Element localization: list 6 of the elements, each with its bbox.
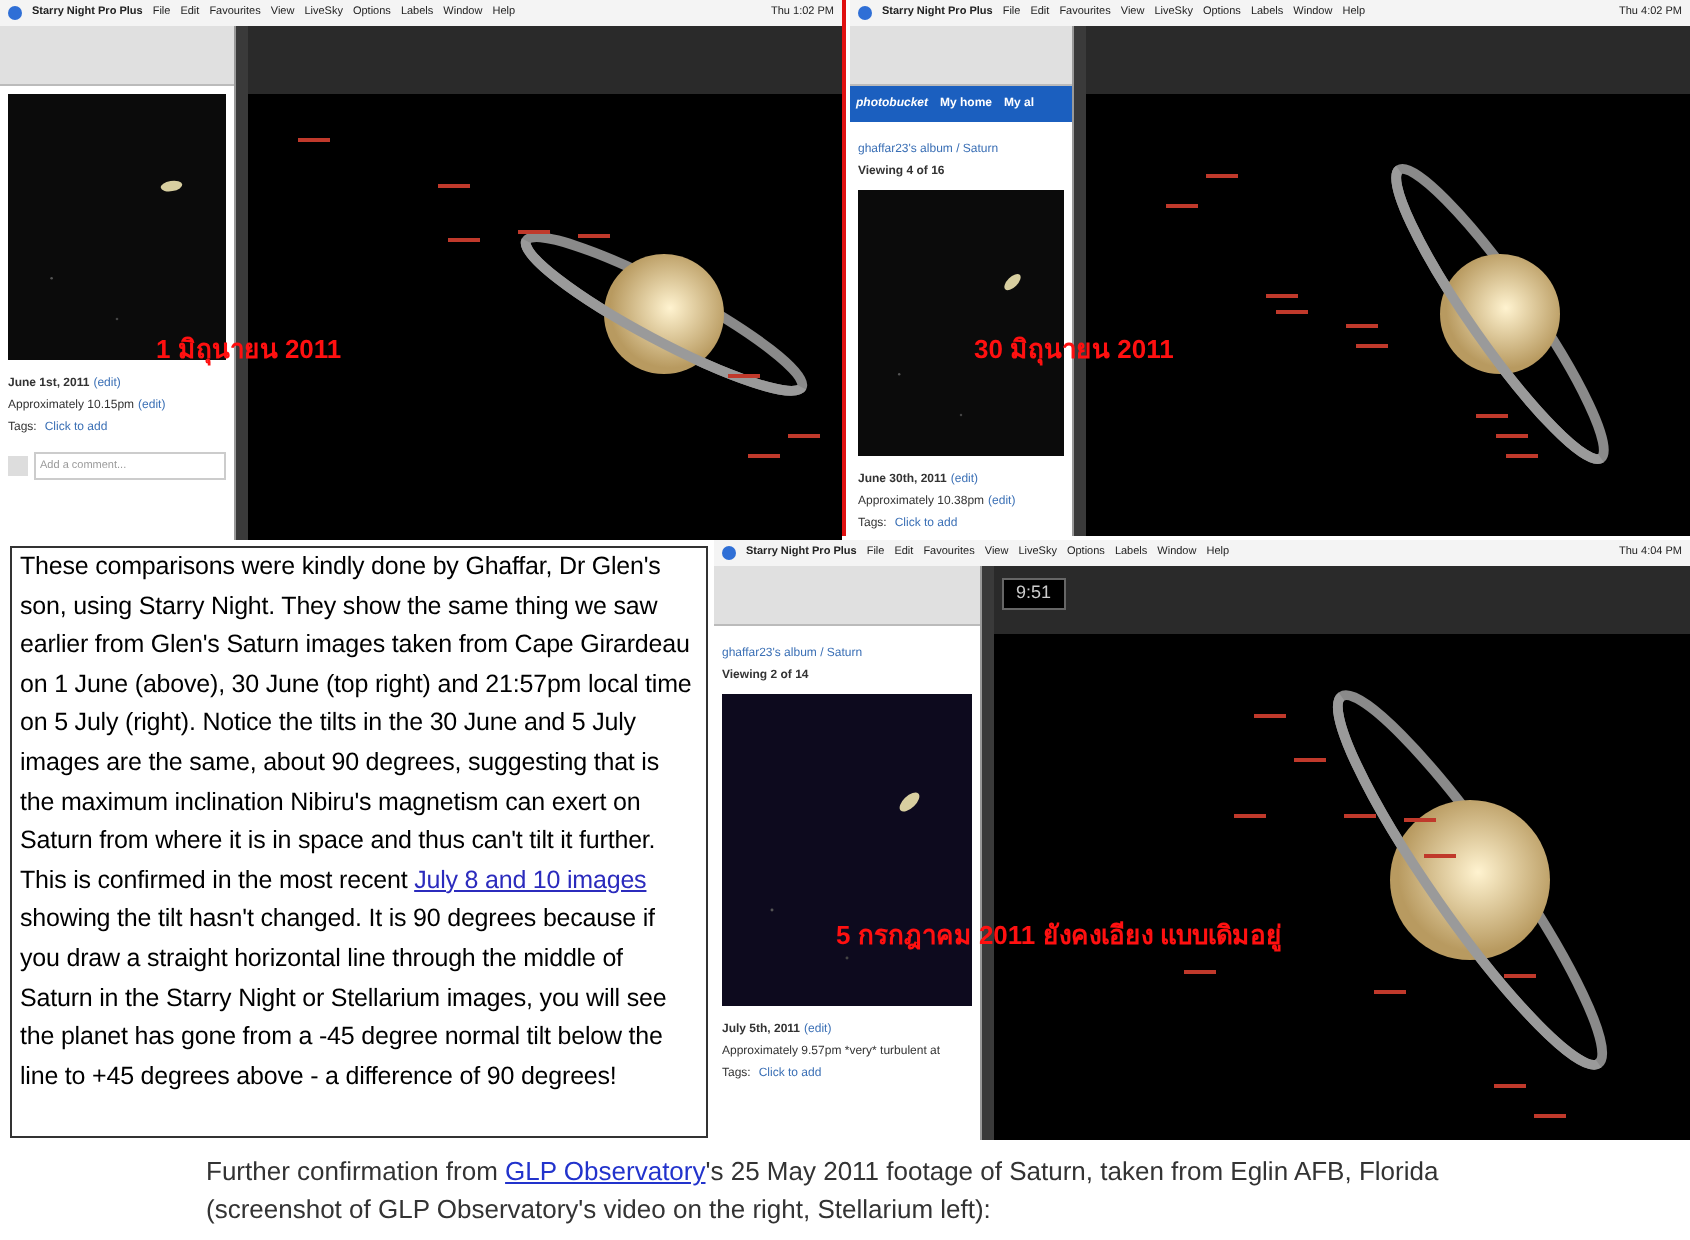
avatar-icon xyxy=(8,456,28,476)
footer-text: Further confirmation from GLP Observatory's 25 May 2011 footage of Saturn, taken from Eglin AFB, Florida (screenshot of GLP Observatory's video on the right, Stellarium left): xyxy=(206,1154,1441,1228)
time-display[interactable]: 9:51 xyxy=(1002,578,1066,609)
description-text: These comparisons were kindly done by Ghaffar, Dr Glen's son, using Starry Night. They show the same thing we saw earlier from Glen's Saturn images taken from Cape Girardeau on 1 June (above), 30 June (top right) and 21:57pm local time on 5 July (right). Notice the tilts in the 30 June and 5 July images are the same, about 90 degrees, suggesting that is the maximum inclination Nibiru's magnetism can exert on Saturn from where it is in space and thus can't tilt it further. This is confirmed in the most recent July 8 and 10 images showing the tilt hasn't changed. It is 90 degrees because if you draw a straight horizontal line through the middle of Saturn in the Starry Night or Stellarium images, you will see the planet has gone from a -45 degree normal tilt below the line to +45 degrees above - a difference of 90 degrees! xyxy=(10,546,708,1138)
text-link[interactable]: July 8 and 10 images xyxy=(414,865,647,894)
text-link[interactable]: GLP Observatory xyxy=(505,1156,706,1186)
